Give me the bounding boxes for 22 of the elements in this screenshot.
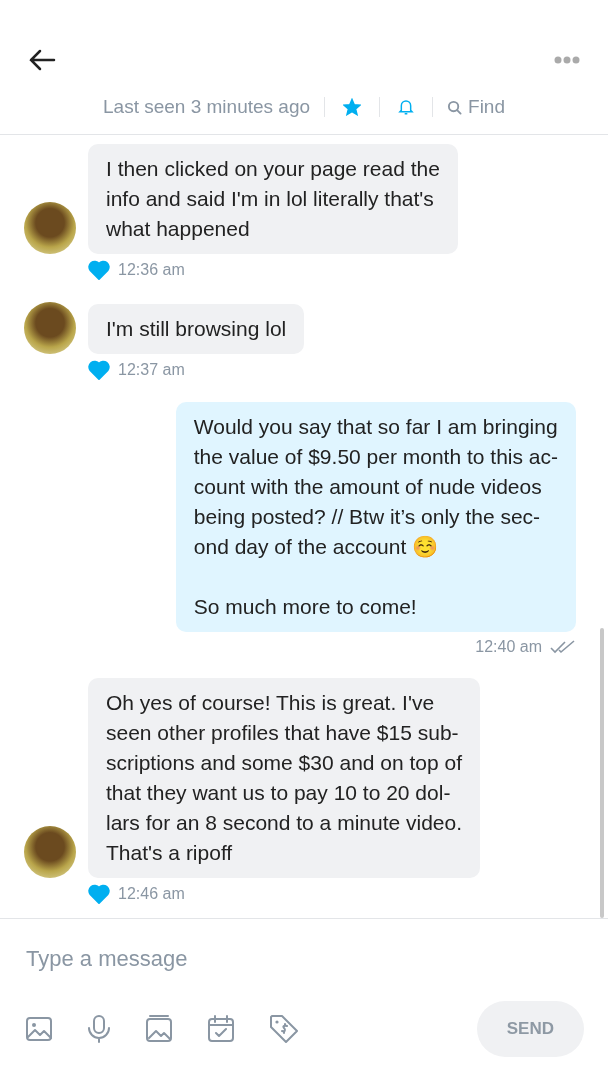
avatar[interactable] [24, 202, 76, 254]
message-bubble: I then clicked on your page read the info and said I'm in lol literally that's what happened [88, 144, 458, 254]
message-time: 12:46 am [118, 885, 185, 903]
price-tag-icon[interactable] [268, 1013, 300, 1045]
message-time: 12:36 am [118, 261, 185, 279]
heart-icon[interactable] [88, 260, 110, 280]
avatar[interactable] [24, 826, 76, 878]
message-bubble: Would you say that so far I am bringing the value of $9.50 per month to this ac- count with the amount of nude videos being posted? // Btw it’s only the sec- ond day of the account ☺ So much more to come! [175, 402, 576, 632]
last-seen-status: Last seen 3 minutes ago [103, 96, 311, 118]
heart-icon[interactable] [88, 360, 110, 380]
microphone-icon[interactable] [86, 1014, 112, 1044]
gallery-icon[interactable] [144, 1014, 174, 1044]
message-time: 12:40 am [475, 638, 542, 656]
message-bubble: Oh yes of course! This is great. I've seen other profiles that have $15 sub- scriptions and some $30 and on top of that they want us to pay 10 to 20 dol- lars for an 8 second to a minute video. That's a ripoff [88, 678, 481, 878]
heart-icon[interactable] [88, 884, 110, 904]
message-time: 12:37 am [118, 361, 185, 379]
find-button[interactable]: Find [447, 96, 505, 118]
avatar[interactable] [24, 302, 76, 354]
search-icon [447, 99, 463, 115]
image-icon[interactable] [24, 1014, 54, 1044]
message-bubble: I'm still browsing lol [88, 304, 305, 354]
calendar-icon[interactable] [206, 1014, 236, 1044]
